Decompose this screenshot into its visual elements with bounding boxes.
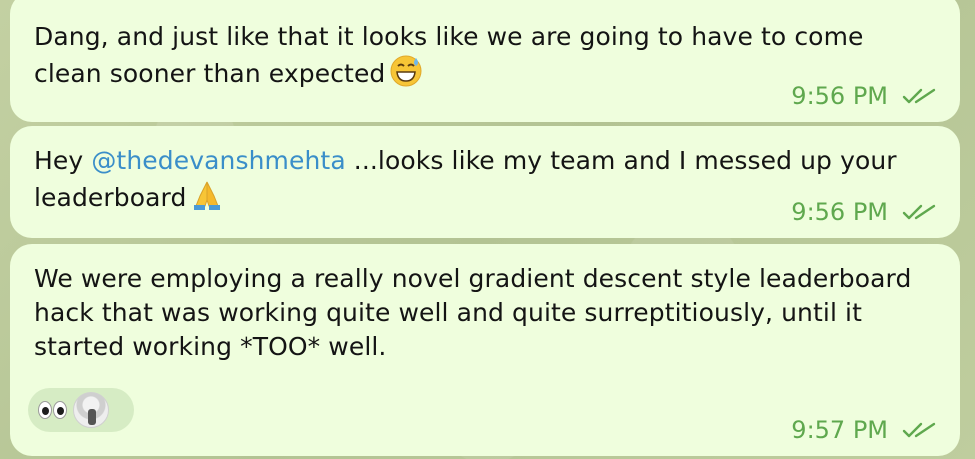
message-meta: 9:56 PM [791,198,938,226]
message-bubble[interactable]: Hey @thedevanshmehta ...looks like my te… [10,126,960,238]
message-time: 9:56 PM [791,82,888,110]
message-meta: 9:56 PM [791,82,938,110]
double-check-icon [902,203,938,221]
double-check-icon [902,421,938,439]
user-mention-link[interactable]: @thedevanshmehta [91,146,345,175]
message-bubble[interactable]: We were employing a really novel gradien… [10,244,960,456]
message-meta: 9:57 PM [791,416,938,444]
message-time: 9:56 PM [791,198,888,226]
grinning-face-with-sweat-icon [389,54,423,97]
message-time: 9:57 PM [791,416,888,444]
message-text: We were employing a really novel gradien… [34,264,912,361]
reaction-chip[interactable] [28,388,134,432]
reactor-avatar[interactable] [73,392,109,428]
double-check-icon [902,87,938,105]
message-text-content: Dang, and just like that it looks like w… [34,22,864,88]
message-bubble[interactable]: Dang, and just like that it looks like w… [10,0,960,122]
message-prefix: Hey [34,146,92,175]
eyes-emoji-icon [38,401,67,419]
folded-hands-icon [190,178,224,221]
